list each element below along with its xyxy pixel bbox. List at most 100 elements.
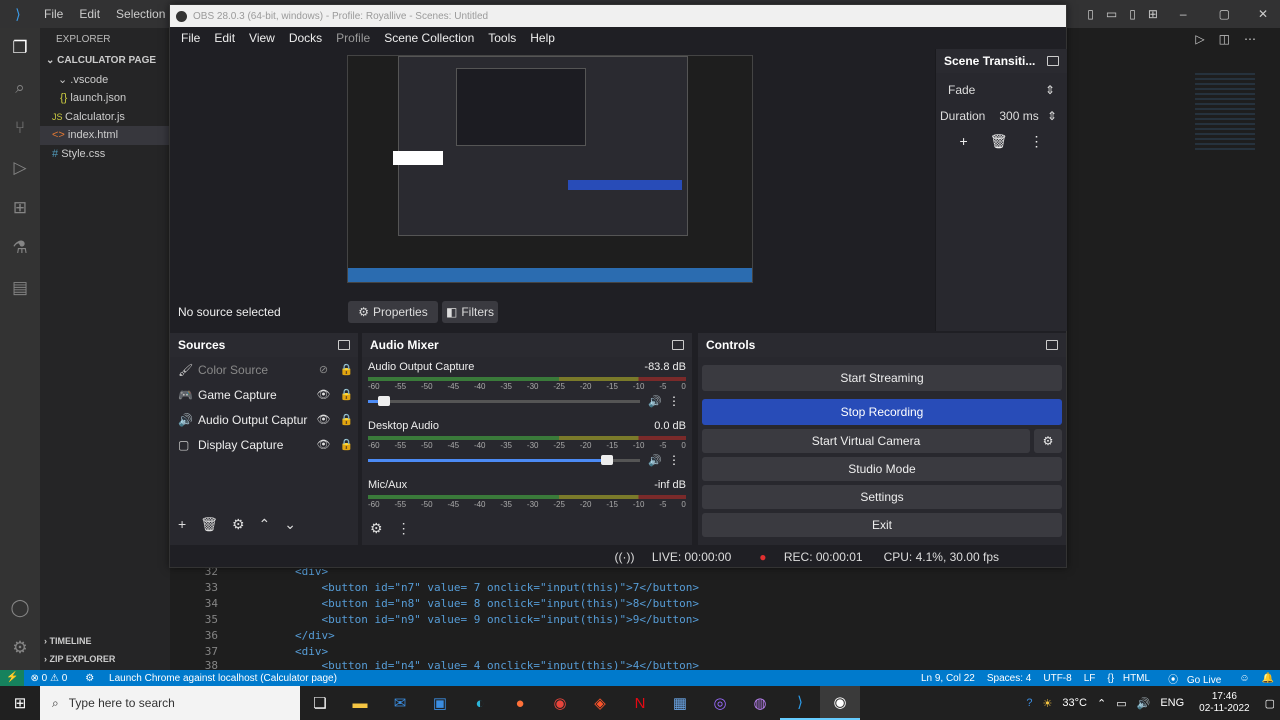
go-live-button[interactable]: ⦿ Go Live <box>1162 671 1233 686</box>
mute-speaker-icon[interactable]: 🔊 <box>648 454 662 467</box>
vscode-icon[interactable]: ⟩ <box>780 686 820 720</box>
trash-icon[interactable]: 🗑 <box>990 133 1008 150</box>
tree-item-vscode[interactable]: ⌄ .vscode <box>40 71 170 90</box>
problems-indicator[interactable]: ⊗ 0 ⚠ 0 <box>24 673 73 684</box>
split-editor-icon[interactable]: ◫ <box>1219 32 1230 46</box>
filters-button[interactable]: ◧ Filters <box>442 301 498 323</box>
trash-icon[interactable]: 🗑 <box>200 516 218 533</box>
obs-menu-file[interactable]: File <box>174 31 207 45</box>
start-streaming-button[interactable]: Start Streaming <box>702 365 1062 391</box>
cursor-position[interactable]: Ln 9, Col 22 <box>915 673 981 684</box>
virtual-camera-gear-icon[interactable]: ⚙ <box>1034 429 1062 453</box>
more-vertical-icon[interactable]: ⋮ <box>668 453 680 467</box>
notes-icon[interactable]: ▤ <box>0 268 40 308</box>
store-icon[interactable]: ▣ <box>420 686 460 720</box>
obs-menu-tools[interactable]: Tools <box>481 31 523 45</box>
advanced-audio-icon[interactable]: ⚙ <box>370 520 383 537</box>
feedback-icon[interactable]: ☺ <box>1233 673 1255 684</box>
stop-recording-button[interactable]: Stop Recording <box>702 399 1062 425</box>
minimap[interactable] <box>1195 73 1255 153</box>
app-icon[interactable]: ▦ <box>660 686 700 720</box>
notifications-icon[interactable]: 🔔 <box>1256 673 1280 684</box>
obs-icon[interactable]: ◉ <box>820 686 860 720</box>
lock-icon[interactable]: 🔒 <box>335 363 358 376</box>
chevron-up-icon[interactable]: ⌃ <box>259 516 271 533</box>
testing-icon[interactable]: ⚗ <box>0 228 40 268</box>
exit-button[interactable]: Exit <box>702 513 1062 537</box>
notification-center-icon[interactable]: ▢ <box>1260 697 1280 710</box>
source-item[interactable]: 🎮 Game Capture 👁 🔒 <box>170 382 358 407</box>
timeline-section[interactable]: › TIMELINE <box>40 632 92 651</box>
extensions-icon[interactable]: ⊞ <box>0 188 40 228</box>
source-item[interactable]: 🔊 Audio Output Captur 👁 🔒 <box>170 407 358 432</box>
chrome-icon[interactable]: ◉ <box>540 686 580 720</box>
add-icon[interactable]: + <box>178 516 186 532</box>
stream-preview[interactable] <box>347 55 753 283</box>
run-debug-icon[interactable]: ▷ <box>0 148 40 188</box>
duration-spinbox[interactable]: 300 ms ⇕ <box>993 109 1063 123</box>
fader-track[interactable] <box>368 395 640 406</box>
launch-config[interactable]: ⚙ Launch Chrome against localhost (Calcu… <box>73 673 349 684</box>
studio-mode-button[interactable]: Studio Mode <box>702 457 1062 481</box>
settings-button[interactable]: Settings <box>702 485 1062 509</box>
eye-icon[interactable]: 👁 <box>312 438 335 451</box>
mute-speaker-icon[interactable]: 🔊 <box>648 395 662 408</box>
source-item[interactable]: ▢ Display Capture 👁 🔒 <box>170 432 358 457</box>
eye-icon[interactable]: 👁 <box>312 413 335 426</box>
obs-menu-edit[interactable]: Edit <box>207 31 242 45</box>
tree-item-style-css[interactable]: # Style.css <box>40 145 170 164</box>
manage-gear-icon[interactable]: ⚙ <box>0 628 40 668</box>
layout-icon[interactable]: ▯ <box>1123 7 1142 21</box>
maximize-icon[interactable]: ▢ <box>1203 7 1246 21</box>
close-icon[interactable]: ✕ <box>1246 7 1280 21</box>
eol[interactable]: LF <box>1078 673 1102 684</box>
fader-handle[interactable] <box>601 454 614 465</box>
lock-icon[interactable]: 🔒 <box>335 438 358 451</box>
clock[interactable]: 17:46 02-11-2022 <box>1189 691 1259 715</box>
source-item[interactable]: 🖌 Color Source ⊘ 🔒 <box>170 357 358 382</box>
brave-icon[interactable]: ◈ <box>580 686 620 720</box>
network-icon[interactable]: ▭ <box>1111 697 1131 710</box>
obs-menu-docks[interactable]: Docks <box>282 31 329 45</box>
app-icon[interactable]: ◍ <box>740 686 780 720</box>
undock-icon[interactable] <box>672 340 684 350</box>
more-vertical-icon[interactable]: ⋮ <box>1029 133 1043 150</box>
run-icon[interactable]: ▷ <box>1195 32 1204 46</box>
start-virtual-camera-button[interactable]: Start Virtual Camera <box>702 429 1030 453</box>
undock-icon[interactable] <box>1046 340 1058 350</box>
fader-handle[interactable] <box>378 395 391 406</box>
obs-menu-help[interactable]: Help <box>523 31 562 45</box>
weather-temp[interactable]: 33°C <box>1057 697 1092 709</box>
undock-icon[interactable] <box>1047 56 1059 66</box>
help-icon[interactable]: ? <box>1021 697 1037 709</box>
fader-track[interactable] <box>368 454 640 465</box>
volume-icon[interactable]: 🔊 <box>1132 697 1156 710</box>
obs-menu-view[interactable]: View <box>242 31 282 45</box>
indentation[interactable]: Spaces: 4 <box>981 673 1037 684</box>
layout-icon[interactable]: ▭ <box>1100 7 1123 21</box>
vscode-menu-edit[interactable]: Edit <box>71 7 108 21</box>
tree-item-index-html[interactable]: <> index.html <box>40 126 170 145</box>
obs-titlebar[interactable]: OBS 28.0.3 (64-bit, windows) - Profile: … <box>170 5 1066 27</box>
chevron-up-icon[interactable]: ⌃ <box>1092 697 1111 710</box>
volume-fader[interactable]: 🔊 ⋮ <box>368 451 686 469</box>
remote-icon[interactable]: ⚡ <box>0 670 25 686</box>
discord-icon[interactable]: ◎ <box>700 686 740 720</box>
edge-icon[interactable]: ◐ <box>460 686 500 720</box>
minimize-icon[interactable]: – <box>1164 7 1203 21</box>
eye-hidden-icon[interactable]: ⊘ <box>312 363 335 376</box>
properties-button[interactable]: ⚙ Properties <box>348 301 438 323</box>
firefox-icon[interactable]: ● <box>500 686 540 720</box>
source-control-icon[interactable]: ⑂ <box>0 108 40 148</box>
search-icon[interactable]: ⌕ <box>0 68 40 108</box>
taskbar-search[interactable]: ⌕ Type here to search <box>40 686 300 720</box>
obs-menu-profile[interactable]: Profile <box>329 31 377 45</box>
preview-area[interactable] <box>170 49 932 289</box>
spin-arrows-icon[interactable]: ⇕ <box>1047 109 1057 123</box>
language-indicator[interactable]: ENG <box>1155 697 1189 709</box>
more-icon[interactable]: ⋯ <box>1244 32 1256 46</box>
file-explorer-icon[interactable]: ▬ <box>340 686 380 720</box>
project-folder[interactable]: ⌄ CALCULATOR PAGE <box>40 52 170 71</box>
weather-icon[interactable]: ☀ <box>1038 697 1058 710</box>
lock-icon[interactable]: 🔒 <box>335 388 358 401</box>
